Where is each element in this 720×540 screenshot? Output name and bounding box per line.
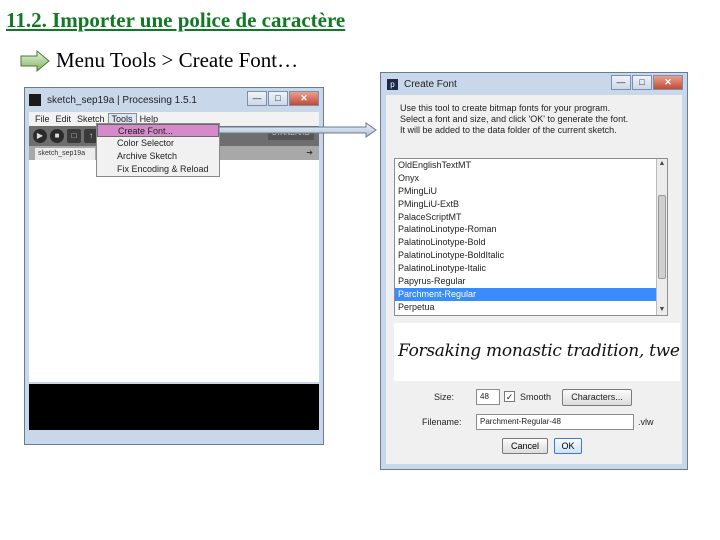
- menu-edit[interactable]: Edit: [53, 114, 75, 124]
- tools-dropdown: Create Font... Color Selector Archive Sk…: [96, 123, 220, 177]
- menu-item-create-font[interactable]: Create Font...: [97, 124, 219, 137]
- characters-button[interactable]: Characters...: [562, 389, 632, 406]
- code-editor[interactable]: [29, 160, 319, 382]
- processing-app-icon: [29, 94, 41, 106]
- filename-label: Filename:: [422, 417, 462, 427]
- dialog-close-button[interactable]: ✕: [653, 75, 683, 90]
- menu-item-archive-sketch[interactable]: Archive Sketch: [97, 150, 219, 163]
- font-list-item[interactable]: Onyx: [395, 172, 667, 185]
- stop-icon[interactable]: ■: [50, 129, 64, 143]
- create-font-dialog: p Create Font — □ ✕ Use this tool to cre…: [380, 72, 688, 470]
- size-row: Size: 48 ✓ Smooth Characters...: [394, 389, 674, 407]
- minimize-button[interactable]: —: [247, 91, 267, 106]
- menu-item-color-selector[interactable]: Color Selector: [97, 137, 219, 150]
- bullet-arrow-icon: [20, 49, 50, 72]
- processing-window-title: sketch_sep19a | Processing 1.5.1: [47, 94, 197, 106]
- font-list[interactable]: OldEnglishTextMT Onyx PMingLiU PMingLiU-…: [394, 158, 668, 316]
- filename-row: Filename: Parchment-Regular-48 .vlw: [394, 414, 674, 432]
- close-button[interactable]: ✕: [289, 91, 319, 106]
- font-preview-text: Forsaking monastic tradition, twelve jov…: [398, 341, 680, 361]
- font-list-item[interactable]: PalaceScriptMT: [395, 211, 667, 224]
- smooth-checkbox[interactable]: ✓: [504, 391, 515, 402]
- instruction-line: Use this tool to create bitmap fonts for…: [400, 103, 611, 113]
- dialog-buttons: Cancel OK: [394, 438, 674, 456]
- font-list-item[interactable]: PalatinoLinotype-BoldItalic: [395, 249, 667, 262]
- bullet-text: Menu Tools > Create Font…: [56, 48, 299, 72]
- font-list-item[interactable]: PMingLiU-ExtB: [395, 198, 667, 211]
- processing-logo-icon: p: [387, 78, 398, 90]
- run-icon[interactable]: ▶: [33, 129, 47, 143]
- slide-title: 11.2. Importer une police de caractère: [6, 8, 346, 32]
- console-area: [29, 384, 319, 430]
- dialog-instructions: Use this tool to create bitmap fonts for…: [400, 103, 670, 136]
- scroll-up-icon[interactable]: ▲: [657, 159, 667, 169]
- smooth-label: Smooth: [520, 392, 552, 402]
- maximize-button[interactable]: □: [268, 91, 288, 106]
- font-list-item[interactable]: OldEnglishTextMT: [395, 159, 667, 172]
- font-list-item[interactable]: PalatinoLinotype-Bold: [395, 236, 667, 249]
- bullet-line: Menu Tools > Create Font…: [20, 48, 298, 73]
- scroll-down-icon[interactable]: ▼: [657, 305, 667, 315]
- filename-input[interactable]: Parchment-Regular-48: [476, 414, 634, 430]
- file-extension: .vlw: [638, 417, 654, 427]
- font-list-item[interactable]: PMingLiU: [395, 185, 667, 198]
- font-list-item[interactable]: Papyrus-Regular: [395, 275, 667, 288]
- tab-sketch[interactable]: sketch_sep19a: [35, 148, 95, 160]
- ok-button[interactable]: OK: [554, 438, 582, 454]
- font-list-item[interactable]: Perpetua: [395, 301, 667, 314]
- font-list-item[interactable]: PalatinoLinotype-Italic: [395, 262, 667, 275]
- dialog-title: Create Font: [404, 78, 457, 90]
- font-list-scrollbar[interactable]: ▲ ▼: [656, 159, 667, 315]
- dialog-minimize-button[interactable]: —: [611, 75, 631, 90]
- dialog-maximize-button[interactable]: □: [632, 75, 652, 90]
- new-icon[interactable]: □: [67, 129, 81, 143]
- size-label: Size:: [434, 392, 455, 402]
- font-preview: Forsaking monastic tradition, twelve jov…: [394, 323, 680, 381]
- instruction-line: It will be added to the data folder of t…: [400, 125, 617, 135]
- instruction-line: Select a font and size, and click 'OK' t…: [400, 114, 629, 124]
- tab-arrow-icon[interactable]: ➔: [306, 148, 313, 157]
- scroll-thumb[interactable]: [658, 195, 666, 279]
- cancel-button[interactable]: Cancel: [502, 438, 548, 454]
- menu-file[interactable]: File: [32, 114, 53, 124]
- font-list-item[interactable]: PalatinoLinotype-Roman: [395, 223, 667, 236]
- font-list-item-selected[interactable]: Parchment-Regular: [395, 287, 667, 301]
- dialog-body: Use this tool to create bitmap fonts for…: [386, 95, 682, 464]
- menu-item-fix-encoding[interactable]: Fix Encoding & Reload: [97, 163, 219, 176]
- mode-tag[interactable]: STANDARD: [268, 128, 314, 140]
- size-input[interactable]: 48: [476, 389, 500, 405]
